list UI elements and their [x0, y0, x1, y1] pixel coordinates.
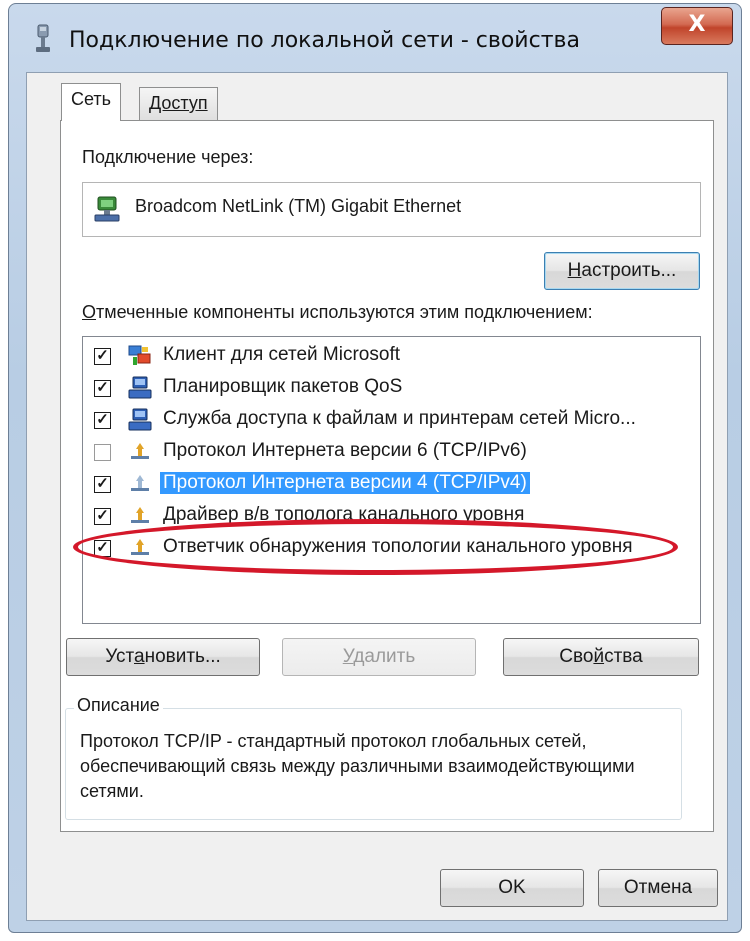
- component-label: Драйвер в/в тополога канального уровня: [163, 504, 525, 525]
- component-label: Ответчик обнаружения топологии канальног…: [163, 536, 633, 557]
- list-item[interactable]: ✓ Драйвер в/в тополога канального уровня: [83, 501, 700, 532]
- component-label: Протокол Интернета версии 6 (TCP/IPv6): [163, 440, 527, 461]
- network-connection-icon: [36, 24, 50, 52]
- network-service-icon: [128, 408, 152, 431]
- remove-accel: У: [342, 646, 354, 667]
- ok-button[interactable]: OK: [440, 869, 584, 907]
- component-checkbox[interactable]: ✓: [94, 540, 111, 557]
- list-item[interactable]: ✓ Планировщик пакетов QoS: [83, 373, 700, 404]
- description-text: Протокол TCP/IP - стандартный протокол г…: [80, 731, 635, 801]
- component-label: Клиент для сетей Microsoft: [163, 344, 400, 365]
- properties-label-post: ства: [604, 646, 643, 667]
- component-label-selected: Протокол Интернета версии 4 (TCP/IPv4): [160, 472, 530, 494]
- component-checkbox[interactable]: ✓: [94, 348, 111, 365]
- component-checkbox[interactable]: ✓: [94, 412, 111, 429]
- tab-sharing[interactable]: Доступ: [139, 87, 218, 121]
- list-item[interactable]: ✓ Протокол Интернета версии 4 (TCP/IPv4): [83, 469, 700, 500]
- components-list[interactable]: ✓ Клиент для сетей Microsoft ✓ Планировщ…: [82, 336, 701, 624]
- network-protocol-icon: [131, 539, 149, 555]
- configure-button[interactable]: Настроить...: [544, 252, 700, 290]
- component-label: Служба доступа к файлам и принтерам сете…: [163, 408, 636, 429]
- components-label-text: тмеченные компоненты используются этим п…: [96, 302, 593, 322]
- properties-button[interactable]: Свойства: [503, 638, 699, 676]
- properties-accel: й: [593, 646, 605, 667]
- list-item[interactable]: ✓ Клиент для сетей Microsoft: [83, 341, 700, 372]
- description-legend: Описание: [74, 695, 163, 716]
- components-label-accel: О: [82, 302, 97, 322]
- tab-sharing-label: Доступ: [149, 93, 208, 113]
- install-label-pre: Уст: [105, 646, 134, 667]
- network-adapter-icon: [94, 196, 120, 222]
- network-service-icon: [128, 376, 152, 399]
- close-icon: X: [688, 12, 706, 37]
- description-group: Описание Протокол TCP/IP - стандартный п…: [65, 695, 682, 820]
- adapter-name: Broadcom NetLink (TM) Gigabit Ethernet: [135, 196, 462, 216]
- connect-using-label: Подключение через:: [82, 147, 254, 167]
- install-button[interactable]: Установить...: [66, 638, 260, 676]
- component-checkbox[interactable]: ✓: [94, 476, 111, 493]
- network-protocol-icon: [131, 507, 149, 523]
- remove-label-post: далить: [353, 646, 416, 667]
- install-label-post: новить...: [144, 646, 221, 667]
- list-item[interactable]: Протокол Интернета версии 6 (TCP/IPv6): [83, 437, 700, 468]
- components-label: Отмеченные компоненты используются этим …: [82, 302, 593, 323]
- adapter-field: Broadcom NetLink (TM) Gigabit Ethernet: [82, 182, 701, 237]
- properties-label-pre: Сво: [559, 646, 594, 667]
- properties-dialog: Подключение по локальной сети - свойства…: [8, 3, 742, 933]
- tab-network[interactable]: Сеть: [61, 83, 122, 121]
- list-item[interactable]: ✓ Ответчик обнаружения топологии канальн…: [83, 533, 700, 564]
- network-protocol-icon: [131, 443, 149, 459]
- close-button[interactable]: X: [661, 7, 733, 45]
- network-tab-panel: Подключение через: Broadcom NetLink (TM)…: [60, 120, 714, 832]
- configure-accel: Н: [567, 260, 582, 281]
- cancel-button[interactable]: Отмена: [598, 869, 718, 907]
- component-checkbox[interactable]: ✓: [94, 508, 111, 525]
- component-checkbox[interactable]: [94, 444, 111, 461]
- dialog-body: Сеть Доступ Подключение через: Broadcom …: [26, 72, 728, 921]
- network-client-icon: [128, 345, 151, 365]
- network-protocol-icon: [131, 475, 149, 491]
- remove-button[interactable]: Удалить: [282, 638, 476, 676]
- window-title: Подключение по локальной сети - свойства: [69, 28, 580, 53]
- configure-label: астроить...: [581, 260, 677, 281]
- component-label: Планировщик пакетов QoS: [163, 376, 403, 397]
- list-item[interactable]: ✓ Служба доступа к файлам и принтерам се…: [83, 405, 700, 436]
- title-bar[interactable]: Подключение по локальной сети - свойства…: [9, 4, 741, 72]
- component-checkbox[interactable]: ✓: [94, 380, 111, 397]
- install-accel: а: [134, 646, 145, 667]
